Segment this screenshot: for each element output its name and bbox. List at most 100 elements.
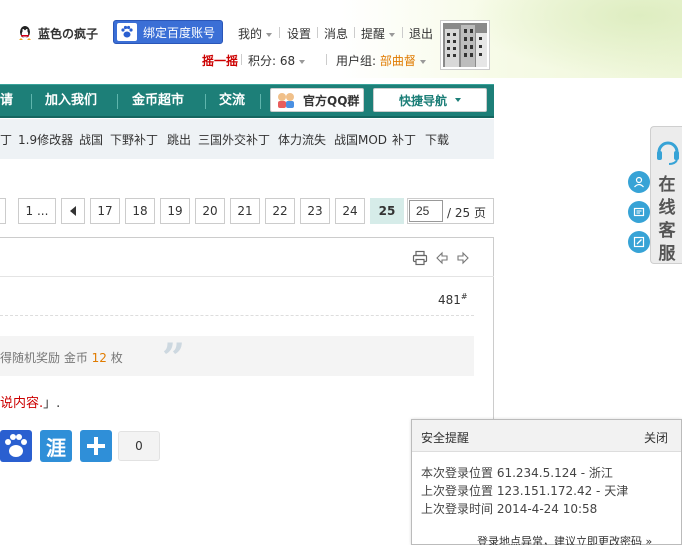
pager-page[interactable]: 23 xyxy=(300,198,330,224)
logout-link[interactable]: 退出 xyxy=(409,25,433,42)
pager-current-page: 25 xyxy=(370,198,404,224)
divider xyxy=(326,54,327,65)
bind-baidu-label: 绑定百度账号 xyxy=(143,25,216,40)
divider xyxy=(354,27,355,38)
card-icon[interactable] xyxy=(628,201,650,223)
shake-link[interactable]: 摇一摇 xyxy=(202,52,238,69)
points-label: 积分: 68 xyxy=(248,54,296,68)
chevron-down-icon xyxy=(389,32,396,37)
change-password-link[interactable]: 登录地点异常，建议立即更改密码 » xyxy=(477,533,652,545)
avatar[interactable] xyxy=(440,20,490,70)
user-icon[interactable] xyxy=(628,171,650,193)
pager-page[interactable]: 17 xyxy=(90,198,120,224)
divider xyxy=(241,54,242,65)
qq-group-icon xyxy=(275,91,297,109)
chevron-down-icon xyxy=(455,98,461,102)
pager-prev[interactable] xyxy=(61,198,85,224)
nav-item-0[interactable]: 请 xyxy=(0,85,13,117)
subnav-link[interactable]: 下载 xyxy=(425,131,449,148)
headset-icon xyxy=(655,137,681,168)
my-menu[interactable]: 我的 xyxy=(238,25,273,42)
subnav-link[interactable]: 三国外交补丁 xyxy=(198,131,270,148)
hui-icon: 涯 xyxy=(46,435,66,460)
security-alert-title: 安全提醒 xyxy=(421,431,470,445)
reward-amount: 12 xyxy=(91,351,107,365)
qq-penguin-icon xyxy=(16,24,34,45)
post-body-text: 说内容.」. xyxy=(0,392,60,411)
chevron-down-icon xyxy=(299,59,306,64)
reward-prefix: 得随机奖励 金币 xyxy=(0,351,92,365)
floor-number[interactable]: 481# xyxy=(438,292,468,307)
pager-page[interactable]: 20 xyxy=(195,198,225,224)
usergroup-menu[interactable]: 用户组: 部曲督 xyxy=(336,52,426,69)
points-menu[interactable]: 积分: 68 xyxy=(248,52,306,69)
post-body-rest: 」. xyxy=(43,396,61,411)
subnav-link[interactable]: 1.9修改器 xyxy=(18,131,73,148)
subnav-link[interactable]: 丁 xyxy=(0,131,12,148)
subnav-link[interactable]: 下野补丁 xyxy=(110,131,158,148)
print-icon[interactable] xyxy=(412,250,428,269)
subnav-link[interactable]: 战国MOD xyxy=(334,131,387,148)
next-arrow-icon[interactable] xyxy=(456,251,470,268)
security-last-time: 上次登录时间 2014-4-24 10:58 xyxy=(421,502,598,516)
floor-number-value: 481 xyxy=(438,293,461,307)
messages-link[interactable]: 消息 xyxy=(324,25,348,42)
chevron-down-icon xyxy=(266,32,273,37)
nav-item-exchange[interactable]: 交流 xyxy=(219,85,245,117)
bind-baidu-button[interactable]: 绑定百度账号 xyxy=(113,20,223,44)
settings-link[interactable]: 设置 xyxy=(287,25,311,42)
share-hui-button[interactable]: 涯 xyxy=(40,430,72,462)
post-dashed-divider xyxy=(0,315,474,316)
post-header-divider xyxy=(0,276,494,277)
remind-menu[interactable]: 提醒 xyxy=(361,25,396,42)
baidu-paw-icon xyxy=(117,23,137,41)
pager-page[interactable]: 18 xyxy=(125,198,155,224)
official-qq-group-label: 官方QQ群 xyxy=(303,93,360,108)
online-service-label: 在线客服 xyxy=(658,175,676,264)
divider xyxy=(402,27,403,38)
usergroup-value: 部曲督 xyxy=(379,54,416,68)
page-jump-input[interactable] xyxy=(409,200,443,222)
nav-separator xyxy=(117,94,118,109)
chevron-down-icon xyxy=(419,59,426,64)
nav-separator xyxy=(31,94,32,109)
post-body-highlight: 说内容. xyxy=(0,396,44,411)
header-decoration xyxy=(470,0,682,78)
subnav-link[interactable]: 体力流失 xyxy=(278,131,326,148)
divider xyxy=(279,27,280,38)
edit-icon[interactable] xyxy=(628,231,650,253)
nav-item-join[interactable]: 加入我们 xyxy=(45,85,97,117)
prev-arrow-icon[interactable] xyxy=(435,251,449,268)
username-link[interactable]: 蓝色の疯子 xyxy=(38,25,98,42)
reward-suffix: 枚 xyxy=(106,351,123,365)
quick-nav-label: 快捷导航 xyxy=(398,93,447,108)
nav-item-coin-market[interactable]: 金币超市 xyxy=(132,85,184,117)
my-menu-label: 我的 xyxy=(238,27,263,41)
quote-mark-icon: ” xyxy=(162,335,186,382)
pager-first[interactable]: 1 ... xyxy=(18,198,56,224)
plus-icon xyxy=(87,437,105,455)
triangle-left-icon xyxy=(70,206,76,216)
quick-nav-button[interactable]: 快捷导航 xyxy=(373,88,487,112)
page-root: { "topbar": { "username": "蓝色の疯子", "bind… xyxy=(0,0,682,545)
security-current-location: 本次登录位置 61.234.5.124 - 浙江 xyxy=(421,466,613,480)
subnav-link[interactable]: 跳出 xyxy=(167,131,191,148)
subnav-link[interactable]: 战国 xyxy=(79,131,103,148)
share-count: 0 xyxy=(118,431,160,461)
subnav-link[interactable]: 补丁 xyxy=(392,131,416,148)
baidu-paw-icon xyxy=(5,434,27,457)
share-more-button[interactable] xyxy=(80,430,112,462)
security-last-location: 上次登录位置 123.151.172.42 - 天津 xyxy=(421,484,629,498)
security-alert-close[interactable]: 关闭 xyxy=(644,429,668,446)
nav-separator xyxy=(260,94,261,109)
nav-separator xyxy=(205,94,206,109)
pager-page[interactable]: 21 xyxy=(230,198,260,224)
pager-page[interactable]: 19 xyxy=(160,198,190,224)
pager-prev-fragment[interactable] xyxy=(0,198,6,224)
usergroup-label: 用户组: xyxy=(336,54,377,68)
share-baidu-button[interactable] xyxy=(0,430,32,462)
official-qq-group-button[interactable]: 官方QQ群 xyxy=(270,88,364,112)
pager-page[interactable]: 22 xyxy=(265,198,295,224)
pager-page[interactable]: 24 xyxy=(335,198,365,224)
reward-text: 得随机奖励 金币 12 枚 xyxy=(0,349,123,366)
